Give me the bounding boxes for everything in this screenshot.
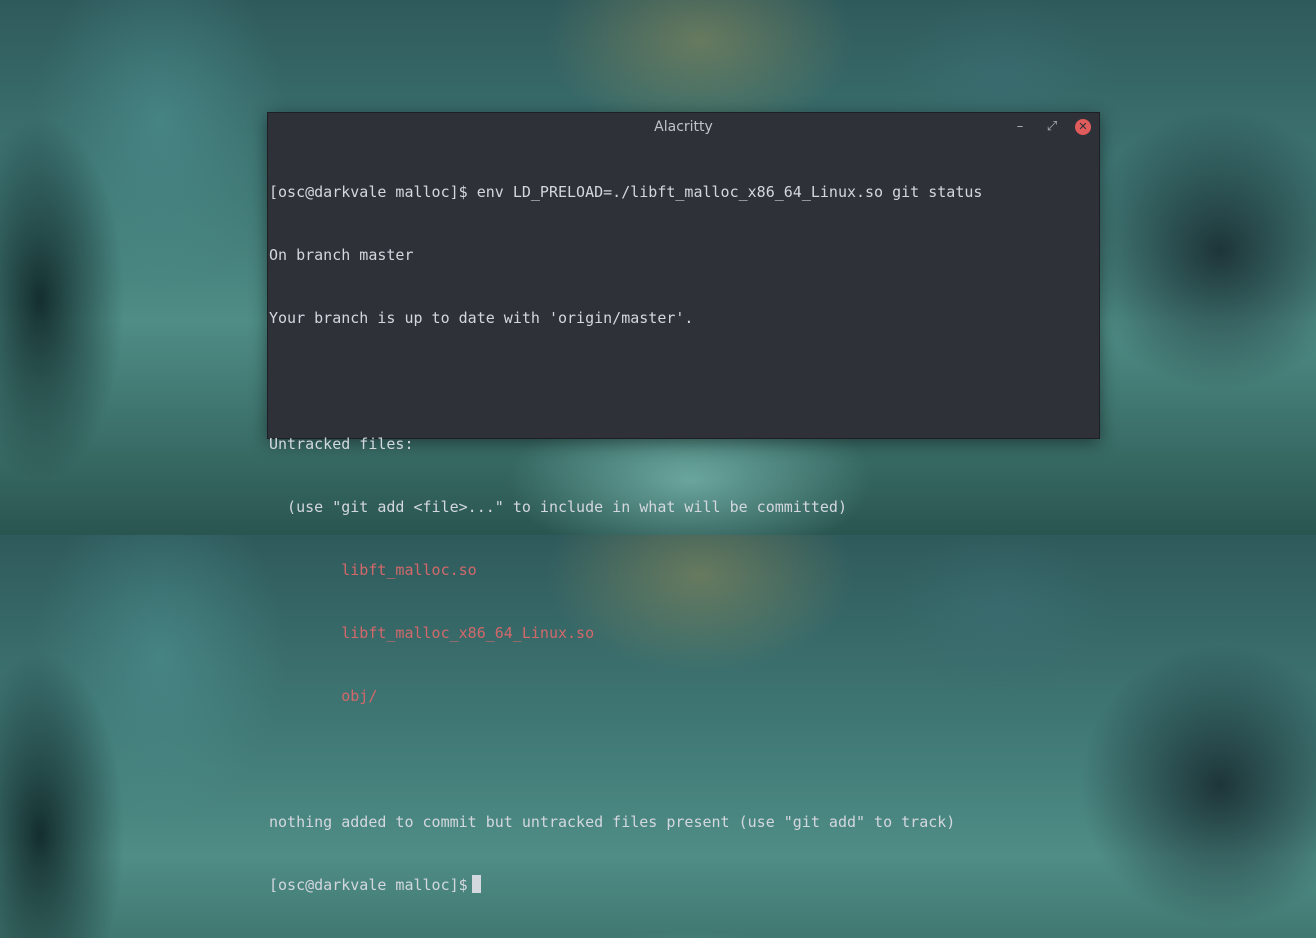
output-line: On branch master bbox=[269, 246, 414, 264]
close-icon[interactable]: ✕ bbox=[1075, 119, 1091, 135]
untracked-file: libft_malloc.so bbox=[269, 561, 477, 579]
cursor bbox=[471, 875, 481, 893]
prompt-line[interactable]: [osc@darkvale malloc]$ bbox=[269, 875, 1099, 896]
window-controls: – ⤢ ✕ bbox=[1011, 113, 1091, 141]
terminal-window[interactable]: Alacritty – ⤢ ✕ [osc@darkvale malloc]$ e… bbox=[267, 112, 1100, 894]
prompt: [osc@darkvale malloc]$ bbox=[269, 876, 468, 894]
output-line: Untracked files: bbox=[269, 435, 414, 453]
untracked-file: obj/ bbox=[269, 687, 378, 705]
untracked-file: libft_malloc_x86_64_Linux.so bbox=[269, 624, 595, 642]
output-line: Your branch is up to date with 'origin/m… bbox=[269, 309, 694, 327]
output-line: nothing added to commit but untracked fi… bbox=[269, 813, 956, 831]
maximize-icon[interactable]: ⤢ bbox=[1043, 118, 1061, 136]
window-title: Alacritty bbox=[654, 119, 713, 135]
output-line: (use "git add <file>..." to include in w… bbox=[269, 498, 847, 516]
terminal-output[interactable]: [osc@darkvale malloc]$ env LD_PRELOAD=./… bbox=[268, 140, 1099, 938]
minimize-icon[interactable]: – bbox=[1011, 118, 1029, 136]
title-bar[interactable]: Alacritty – ⤢ ✕ bbox=[268, 113, 1099, 141]
command-line: [osc@darkvale malloc]$ env LD_PRELOAD=./… bbox=[269, 183, 983, 201]
